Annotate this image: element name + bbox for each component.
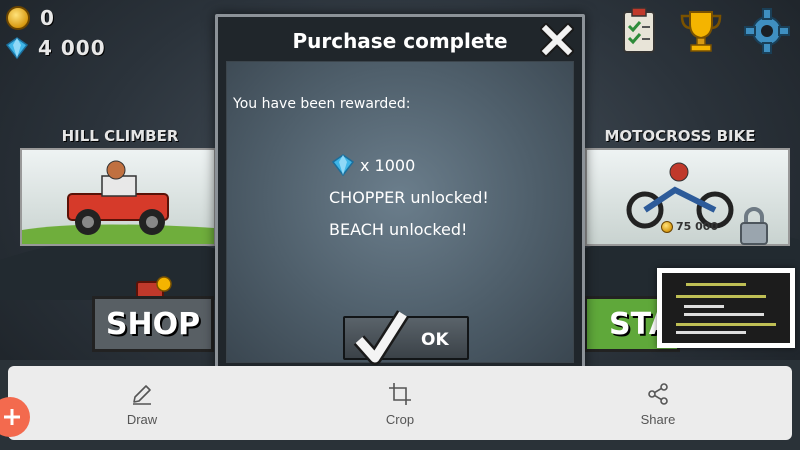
coin-counter: 0	[6, 6, 55, 30]
dialog-body: You have been rewarded: x 1000 CHOPPER u…	[226, 61, 574, 365]
vehicle-card-left[interactable]	[20, 148, 216, 246]
screenshot-thumbnail[interactable]	[657, 268, 795, 348]
share-label: Share	[640, 412, 676, 427]
price-tag: 75 000	[661, 220, 718, 233]
crop-label: Crop	[385, 412, 415, 427]
coin-count: 0	[40, 6, 55, 30]
share-button[interactable]: Share	[598, 366, 718, 440]
crop-button[interactable]: Crop	[340, 366, 460, 440]
trophy-icon[interactable]	[676, 6, 726, 56]
lock-icon	[740, 207, 768, 245]
ok-button[interactable]: OK	[343, 310, 469, 365]
coin-icon	[6, 6, 30, 30]
clipboard-icon[interactable]	[614, 6, 664, 56]
gear-icon[interactable]	[742, 6, 792, 56]
reward-intro-text: You have been rewarded:	[233, 96, 411, 112]
unlock-message-beach: BEACH unlocked!	[329, 220, 468, 239]
thumbnail-content	[662, 273, 790, 343]
draw-label: Draw	[126, 412, 158, 427]
plus-icon	[4, 409, 20, 425]
vehicle-card-right[interactable]: 75 000	[585, 148, 790, 246]
vehicle-name-left: HILL CLIMBER	[61, 127, 179, 145]
pencil-icon	[133, 385, 151, 405]
ok-button-label: OK	[421, 330, 449, 350]
dialog-title: Purchase complete	[292, 29, 508, 53]
gem-reward-amount: x 1000	[360, 155, 416, 175]
shop-button-label: SHOP	[105, 306, 201, 342]
crop-icon	[389, 383, 411, 405]
shop-button[interactable]: SHOP	[92, 296, 214, 352]
gem-count: 4 000	[38, 36, 106, 60]
draw-button[interactable]: Draw	[82, 366, 202, 440]
jeep-image	[22, 160, 214, 244]
screenshot-toolbar: Draw Crop Share	[8, 366, 792, 440]
gem-counter: 4 000	[6, 36, 106, 60]
coin-icon	[661, 220, 673, 233]
vehicle-price: 75 000	[676, 220, 719, 233]
share-icon	[648, 383, 668, 405]
close-icon[interactable]	[540, 23, 574, 57]
purchase-dialog: Purchase complete You have been rewarded…	[215, 14, 585, 372]
unlock-message-chopper: CHOPPER unlocked!	[329, 188, 489, 207]
gem-icon	[332, 154, 354, 176]
gem-icon	[6, 37, 28, 59]
vehicle-name-right: MOTOCROSS BIKE	[604, 127, 756, 145]
checkmark-icon	[353, 310, 409, 365]
gem-reward: x 1000	[332, 154, 415, 176]
